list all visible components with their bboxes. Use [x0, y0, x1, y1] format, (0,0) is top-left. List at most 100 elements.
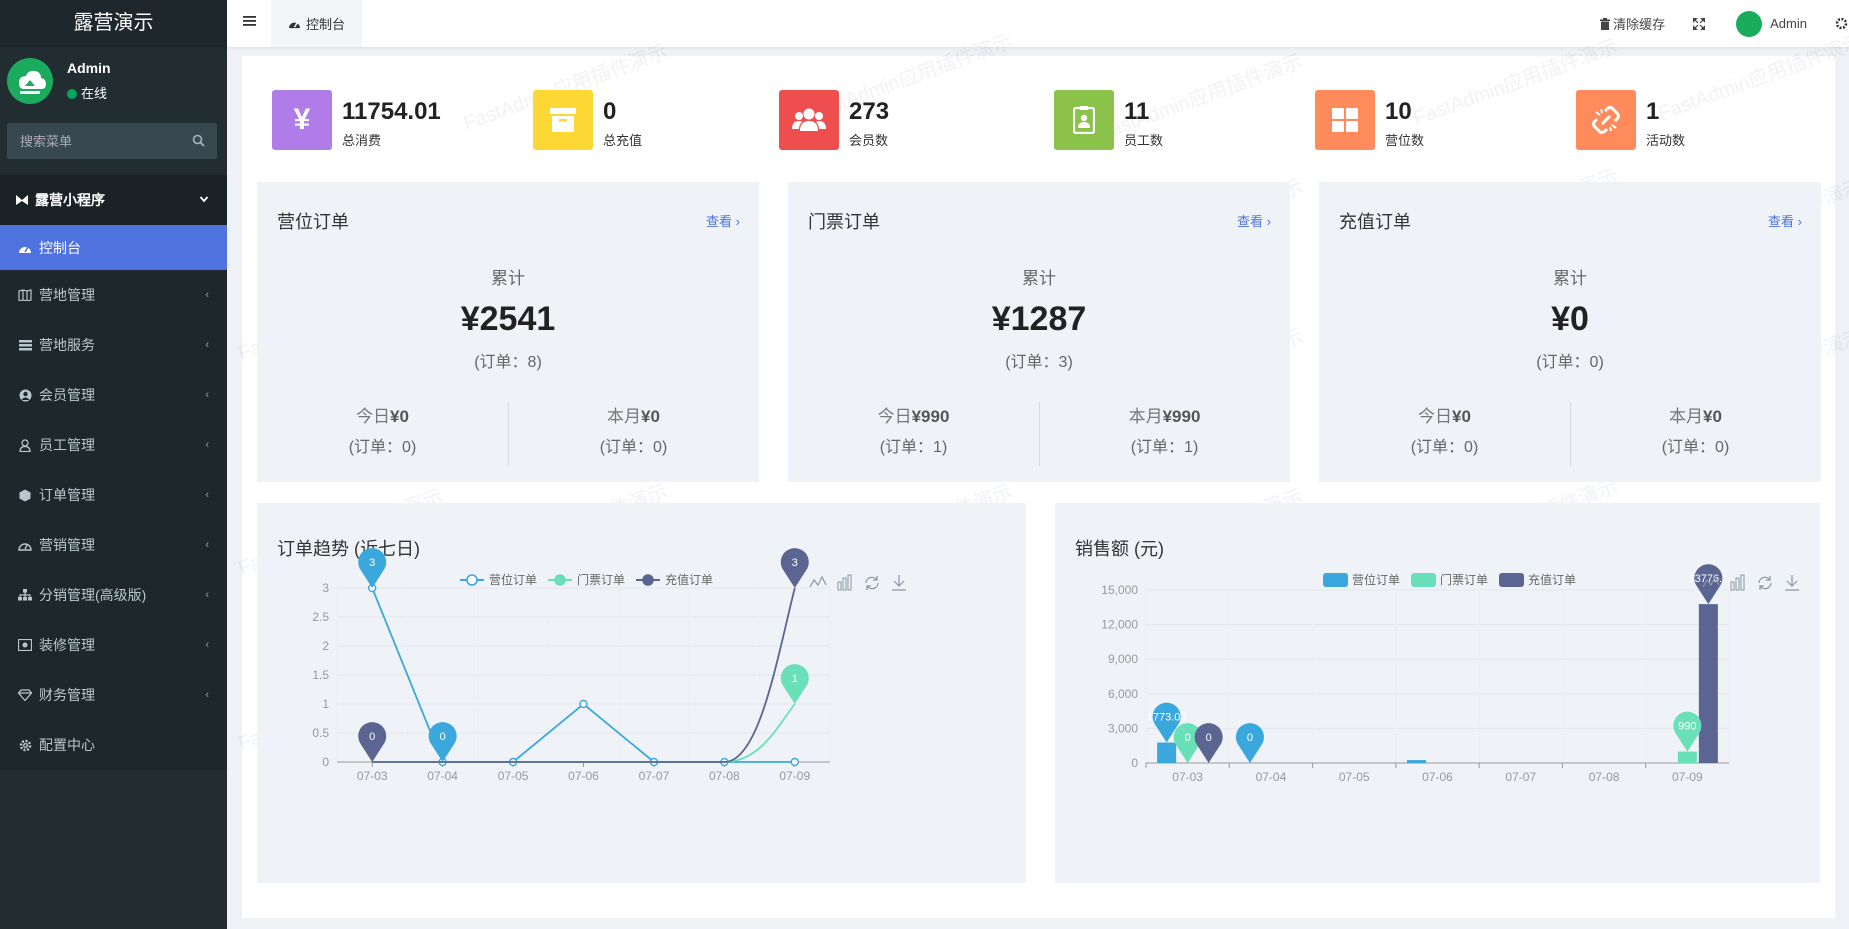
- x-tick-label: 07-07: [1505, 770, 1536, 784]
- stat-label: 活动数: [1646, 133, 1686, 148]
- x-tick-label: 07-04: [1256, 770, 1287, 784]
- sidebar-item-staff[interactable]: 员工管理 ‹: [0, 420, 227, 470]
- bar-chart-icon[interactable]: [1730, 574, 1745, 591]
- dashboard-content: FastAdmin应用插件演示 FastAdmin应用插件演示 FastAdmin应…: [236, 31, 1849, 918]
- sidebar-item-dashboard[interactable]: 控制台: [0, 225, 227, 270]
- dashboard-icon: [17, 242, 33, 254]
- grid-icon: [1315, 90, 1375, 150]
- legend-marker: [554, 574, 566, 586]
- legend-marker: [642, 574, 654, 586]
- chevron-left-icon: ‹: [205, 439, 209, 451]
- today-summary: 今日¥990 (订单：1): [788, 402, 1039, 457]
- bar-chart-icon[interactable]: [837, 574, 852, 591]
- legend-label: 门票订单: [1440, 572, 1488, 587]
- legend-swatch: [1411, 573, 1436, 587]
- total-label: 累计: [491, 269, 525, 288]
- user-panel: Admin 在线: [0, 47, 227, 113]
- brand-title[interactable]: 露营演示: [0, 0, 227, 47]
- y-tick-label: 9,000: [1108, 652, 1138, 666]
- icon-path: [1785, 575, 1799, 591]
- month-count: (订单：0): [1661, 439, 1730, 456]
- settings-button[interactable]: [1835, 17, 1849, 30]
- user-icon: [17, 438, 33, 452]
- online-dot-icon: [67, 89, 77, 99]
- today-count: (订单：0): [348, 439, 417, 456]
- menu-section-camping[interactable]: 露营小程序: [0, 175, 227, 225]
- y-tick-label: 1: [322, 697, 329, 711]
- sidebar-item-camp[interactable]: 营地管理 ‹: [0, 270, 227, 320]
- icon-path: [1740, 574, 1745, 591]
- chevron-left-icon: ‹: [205, 389, 209, 401]
- sidebar-item-label: 分销管理(高级版): [39, 587, 147, 603]
- stat-label: 总消费: [342, 133, 382, 148]
- view-more-link[interactable]: 查看 ›: [1768, 211, 1802, 230]
- chevron-left-icon: ‹: [205, 489, 209, 501]
- chevron-left-icon: ‹: [205, 639, 209, 651]
- total-count: (订单：0): [1536, 354, 1604, 371]
- sidebar-item-marketing[interactable]: 营销管理 ‹: [0, 520, 227, 570]
- legend-label: 充值订单: [665, 572, 713, 587]
- search-icon[interactable]: [192, 134, 205, 150]
- stat-value: 11754.01: [342, 98, 441, 125]
- users-icon: [779, 90, 839, 150]
- x-tick-label: 07-05: [498, 769, 529, 783]
- unlink-icon: [1576, 90, 1636, 150]
- total-label: 累计: [1553, 269, 1587, 288]
- icon-path: [1735, 577, 1740, 591]
- month-label: 本月: [607, 407, 642, 426]
- y-tick-label: 6,000: [1108, 687, 1138, 701]
- today-summary: 今日¥0 (订单：0): [1319, 402, 1570, 457]
- icon-path: [842, 577, 847, 591]
- clear-cache-button[interactable]: 清除缓存: [1600, 14, 1665, 33]
- sidebar-item-decoration[interactable]: 装修管理 ‹: [0, 620, 227, 670]
- download-icon[interactable]: [892, 575, 906, 591]
- data-label: 3: [792, 557, 798, 569]
- month-summary: 本月¥0 (订单：0): [508, 402, 759, 457]
- x-tick-label: 07-04: [427, 769, 458, 783]
- sidebar-item-label: 员工管理: [39, 437, 95, 453]
- fullscreen-button[interactable]: [1693, 17, 1708, 30]
- sidebar-item-label: 会员管理: [39, 387, 95, 403]
- refresh-icon[interactable]: [1758, 576, 1772, 590]
- order-trend-chart: 0 0.5 1 1.5 2 2.5 3 07-03 07-04 07-05 07-06 07-07 07…: [312, 548, 906, 783]
- sales-chart: 0 3,000 6,000 9,000 12,000 15,000 07-03 07-04 07…: [1101, 564, 1799, 784]
- clear-cache-label: 清除缓存: [1613, 17, 1666, 32]
- sidebar-item-service[interactable]: 营地服务 ‹: [0, 320, 227, 370]
- today-summary: 今日¥0 (订单：0): [257, 402, 508, 457]
- stat-label: 会员数: [849, 133, 889, 148]
- expand-icon: [1693, 17, 1708, 30]
- sidebar-item-config[interactable]: 配置中心: [0, 720, 227, 770]
- search-input[interactable]: [7, 123, 182, 159]
- download-icon[interactable]: [1785, 575, 1799, 591]
- sidebar-item-orders[interactable]: 订单管理 ‹: [0, 470, 227, 520]
- menu-toggle-icon[interactable]: [243, 14, 256, 30]
- y-tick-label: 15,000: [1101, 583, 1138, 597]
- total-count: (订单：8): [474, 354, 542, 371]
- line-chart-icon[interactable]: [809, 575, 827, 588]
- user-menu[interactable]: Admin: [1736, 10, 1807, 37]
- sidebar-item-label: 营地管理: [39, 287, 95, 303]
- user-name: Admin: [67, 60, 111, 76]
- x-tick-label: 07-08: [1589, 770, 1620, 784]
- stat-value: 10: [1385, 98, 1412, 125]
- x-tick-label: 07-03: [357, 769, 388, 783]
- data-label: 0: [1206, 732, 1212, 744]
- chevron-down-icon: [199, 191, 209, 207]
- avatar: [7, 58, 53, 104]
- chevron-left-icon: ‹: [205, 539, 209, 551]
- bar: [1677, 751, 1697, 763]
- today-amount: ¥990: [911, 407, 950, 426]
- sidebar-item-distribution[interactable]: 分销管理(高级版) ‹: [0, 570, 227, 620]
- user-status-text: 在线: [81, 86, 108, 101]
- view-more-link[interactable]: 查看 ›: [706, 211, 740, 230]
- icon-path: [837, 581, 842, 591]
- sidebar-item-finance[interactable]: 财务管理 ‹: [0, 670, 227, 720]
- nav-right: 清除缓存 Admin: [1600, 0, 1849, 47]
- stat-value: 11: [1124, 98, 1150, 125]
- sales-card: 销售额 (元) 0 3,000 6,000 9,000 12,000 15,000 07-0…: [1055, 503, 1820, 883]
- refresh-icon[interactable]: [865, 576, 879, 590]
- sidebar-item-members[interactable]: 会员管理 ‹: [0, 370, 227, 420]
- view-more-link[interactable]: 查看 ›: [1237, 211, 1271, 230]
- tab-dashboard[interactable]: 控制台: [271, 0, 363, 47]
- chevron-left-icon: ‹: [205, 339, 209, 351]
